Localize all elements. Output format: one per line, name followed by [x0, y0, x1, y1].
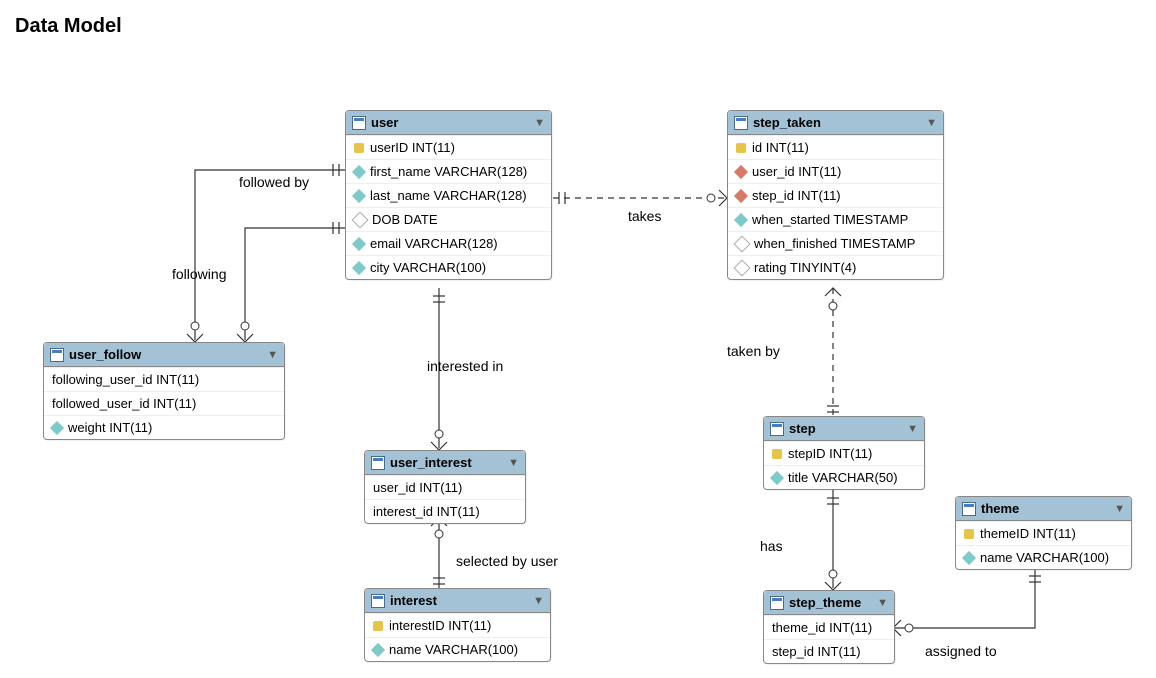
entity-name: user_follow [69, 347, 141, 362]
entity-header: user ▼ [346, 111, 551, 135]
column: name VARCHAR(100) [956, 545, 1131, 569]
column: theme_id INT(11) [764, 615, 894, 639]
entity-name: interest [390, 593, 437, 608]
column-pk: userID INT(11) [346, 135, 551, 159]
entity-theme[interactable]: theme ▼ themeID INT(11) name VARCHAR(100… [955, 496, 1132, 570]
entity-header: interest ▼ [365, 589, 550, 613]
collapse-icon: ▼ [1114, 503, 1125, 515]
entity-header: step_taken ▼ [728, 111, 943, 135]
pk-icon [964, 529, 974, 539]
entity-header: user_interest ▼ [365, 451, 525, 475]
attr-icon [50, 420, 64, 434]
entity-header: step_theme ▼ [764, 591, 894, 615]
rel-label-has: has [760, 538, 783, 554]
nullable-icon [352, 211, 369, 228]
column: last_name VARCHAR(128) [346, 183, 551, 207]
column-pk: themeID INT(11) [956, 521, 1131, 545]
column: step_id INT(11) [728, 183, 943, 207]
nullable-icon [734, 235, 751, 252]
attr-icon [352, 164, 366, 178]
rel-label-taken-by: taken by [727, 343, 780, 359]
entity-header: theme ▼ [956, 497, 1131, 521]
column: email VARCHAR(128) [346, 231, 551, 255]
column: interest_id INT(11) [365, 499, 525, 523]
fk-icon [734, 188, 748, 202]
pk-icon [354, 143, 364, 153]
entity-header: step ▼ [764, 417, 924, 441]
entity-user[interactable]: user ▼ userID INT(11) first_name VARCHAR… [345, 110, 552, 280]
collapse-icon: ▼ [907, 423, 918, 435]
entity-name: theme [981, 501, 1019, 516]
column: weight INT(11) [44, 415, 284, 439]
attr-icon [352, 236, 366, 250]
table-icon [50, 348, 64, 362]
column: user_id INT(11) [728, 159, 943, 183]
entity-step[interactable]: step ▼ stepID INT(11) title VARCHAR(50) [763, 416, 925, 490]
rel-label-followed-by: followed by [239, 174, 309, 190]
pk-icon [373, 621, 383, 631]
attr-icon [962, 550, 976, 564]
rel-label-takes: takes [628, 208, 661, 224]
entity-name: step [789, 421, 816, 436]
attr-icon [352, 260, 366, 274]
table-icon [734, 116, 748, 130]
entity-name: step_taken [753, 115, 821, 130]
collapse-icon: ▼ [534, 117, 545, 129]
column-pk: id INT(11) [728, 135, 943, 159]
collapse-icon: ▼ [926, 117, 937, 129]
collapse-icon: ▼ [533, 595, 544, 607]
entity-user-interest[interactable]: user_interest ▼ user_id INT(11) interest… [364, 450, 526, 524]
attr-icon [352, 188, 366, 202]
column: following_user_id INT(11) [44, 367, 284, 391]
table-icon [770, 422, 784, 436]
column: title VARCHAR(50) [764, 465, 924, 489]
table-icon [770, 596, 784, 610]
column: user_id INT(11) [365, 475, 525, 499]
column: first_name VARCHAR(128) [346, 159, 551, 183]
column: when_finished TIMESTAMP [728, 231, 943, 255]
table-icon [962, 502, 976, 516]
entity-user-follow[interactable]: user_follow ▼ following_user_id INT(11) … [43, 342, 285, 440]
pk-icon [772, 449, 782, 459]
column-pk: stepID INT(11) [764, 441, 924, 465]
column: name VARCHAR(100) [365, 637, 550, 661]
column: followed_user_id INT(11) [44, 391, 284, 415]
rel-label-following: following [172, 266, 226, 282]
entity-name: step_theme [789, 595, 861, 610]
column-pk: interestID INT(11) [365, 613, 550, 637]
fk-icon [734, 164, 748, 178]
table-icon [371, 594, 385, 608]
column: rating TINYINT(4) [728, 255, 943, 279]
attr-icon [371, 642, 385, 656]
table-icon [352, 116, 366, 130]
erd-canvas: user_follow ▼ following_user_id INT(11) … [15, 58, 1135, 678]
entity-name: user [371, 115, 398, 130]
rel-label-interested-in: interested in [427, 358, 503, 374]
collapse-icon: ▼ [877, 597, 888, 609]
table-icon [371, 456, 385, 470]
column: city VARCHAR(100) [346, 255, 551, 279]
collapse-icon: ▼ [267, 349, 278, 361]
page-title: Data Model [15, 15, 1141, 38]
entity-name: user_interest [390, 455, 472, 470]
entity-header: user_follow ▼ [44, 343, 284, 367]
entity-interest[interactable]: interest ▼ interestID INT(11) name VARCH… [364, 588, 551, 662]
attr-icon [770, 470, 784, 484]
attr-icon [734, 212, 748, 226]
collapse-icon: ▼ [508, 457, 519, 469]
entity-step-theme[interactable]: step_theme ▼ theme_id INT(11) step_id IN… [763, 590, 895, 664]
rel-label-selected-by-user: selected by user [456, 553, 558, 569]
entity-step-taken[interactable]: step_taken ▼ id INT(11) user_id INT(11) … [727, 110, 944, 280]
pk-icon [736, 143, 746, 153]
column: step_id INT(11) [764, 639, 894, 663]
column: DOB DATE [346, 207, 551, 231]
nullable-icon [734, 259, 751, 276]
column: when_started TIMESTAMP [728, 207, 943, 231]
rel-label-assigned-to: assigned to [925, 643, 997, 659]
